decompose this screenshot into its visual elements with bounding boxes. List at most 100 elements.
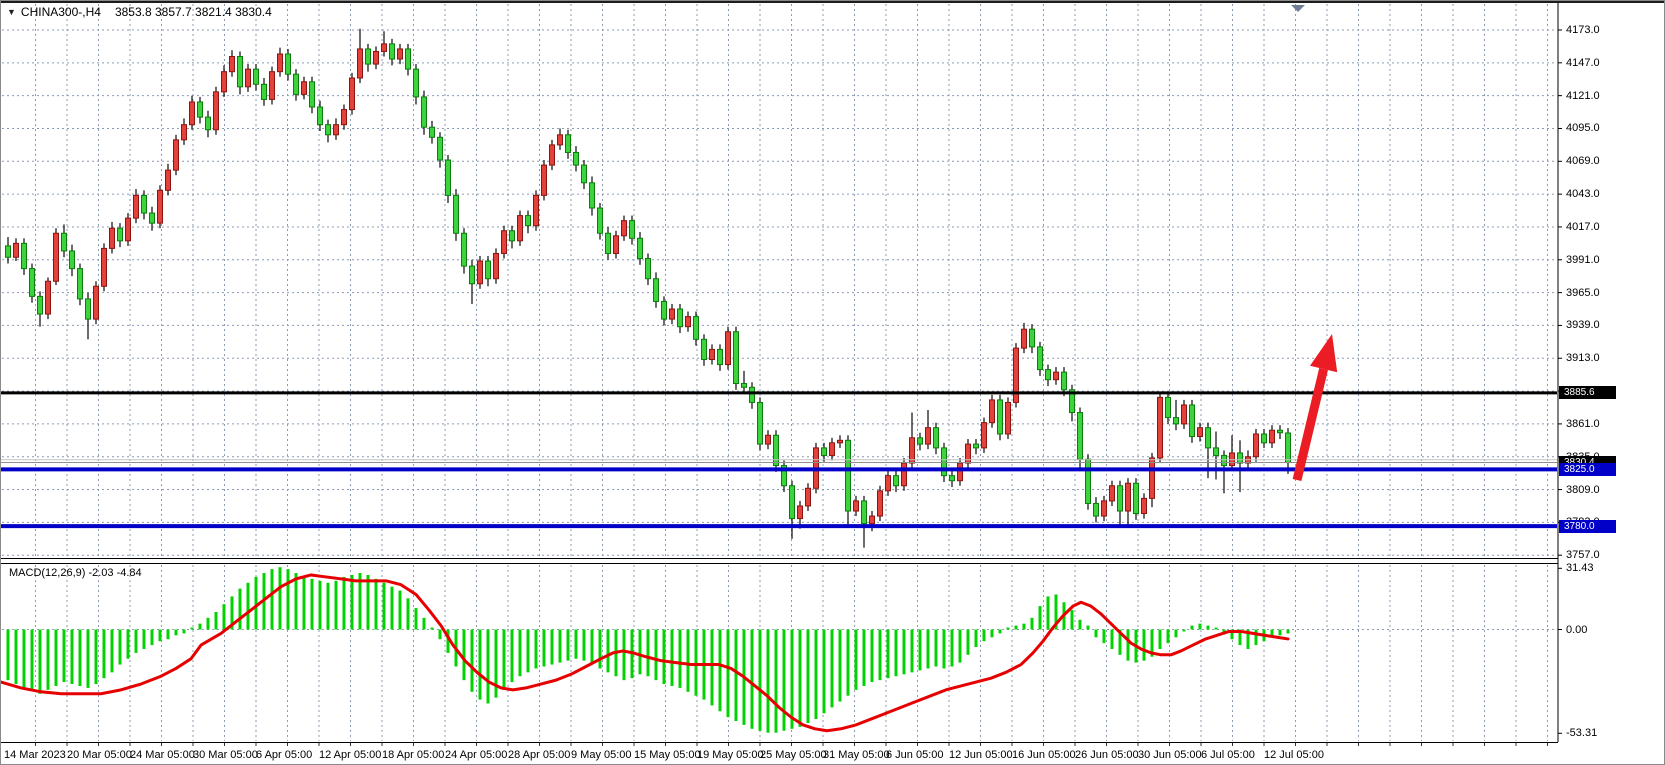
macd-bar <box>1015 626 1018 630</box>
candle-bearish <box>318 107 323 125</box>
candle-bearish <box>590 183 595 208</box>
macd-bar <box>863 630 866 686</box>
candle-bearish <box>998 400 1003 434</box>
macd-bar <box>487 630 490 704</box>
candle-bullish <box>990 400 995 423</box>
candle-bearish <box>1286 433 1291 463</box>
candle-bearish <box>118 228 123 241</box>
candle-bullish <box>806 488 811 506</box>
macd-indicator-label: MACD(12,26,9) -2.03 -4.84 <box>9 567 142 579</box>
candle-bearish <box>718 349 723 364</box>
price-axis-label: 4121.0 <box>1566 90 1600 102</box>
macd-bar <box>7 630 10 681</box>
price-axis-label: 4173.0 <box>1566 24 1600 36</box>
candle-bullish <box>478 261 483 284</box>
time-axis-label: 15 May 05:00 <box>634 749 701 761</box>
macd-bar <box>383 583 386 630</box>
candle-bearish <box>950 476 955 481</box>
macd-bar <box>599 630 602 669</box>
symbol-timeframe-label: CHINA300-,H4 <box>21 5 101 19</box>
candle-bearish <box>422 97 427 127</box>
macd-bar <box>567 630 570 661</box>
chart-title: ▼CHINA300-,H43853.8 3857.7 3821.4 3830.4 <box>7 5 272 19</box>
chart-canvas[interactable] <box>1 1 1665 765</box>
macd-bar <box>279 567 282 629</box>
macd-bar <box>479 630 482 700</box>
macd-bar <box>1111 630 1114 649</box>
trend-arrow[interactable] <box>1297 369 1324 480</box>
candle-bullish <box>502 231 507 254</box>
macd-bar <box>375 579 378 630</box>
macd-bar <box>55 630 58 686</box>
macd-bar <box>1183 630 1186 632</box>
symbol-dropdown-icon[interactable]: ▼ <box>7 7 16 17</box>
chart-window: ▼CHINA300-,H43853.8 3857.7 3821.4 3830.4… <box>0 0 1665 765</box>
macd-bar <box>39 630 42 694</box>
candle-bearish <box>750 387 755 402</box>
candle-bullish <box>830 443 835 456</box>
macd-bar <box>551 630 554 665</box>
macd-bar <box>215 612 218 630</box>
candle-bullish <box>558 135 563 145</box>
candle-bearish <box>462 233 467 266</box>
macd-bar <box>607 630 610 673</box>
macd-bar <box>79 630 82 686</box>
candle-bearish <box>510 231 515 241</box>
macd-bar <box>1207 626 1210 630</box>
candle-bearish <box>894 476 899 486</box>
candle-bullish <box>1182 405 1187 424</box>
macd-bar <box>399 591 402 630</box>
time-axis-label: 6 Jun 05:00 <box>886 749 944 761</box>
macd-bar <box>63 630 66 683</box>
macd-bar <box>423 618 426 630</box>
price-axis-label: 3809.0 <box>1566 484 1600 496</box>
shift-marker-icon[interactable] <box>1291 5 1305 12</box>
price-axis-label: 4095.0 <box>1566 122 1600 134</box>
macd-bar <box>95 630 98 685</box>
macd-bar <box>839 630 842 702</box>
candle-bearish <box>1134 483 1139 513</box>
candle-bullish <box>54 233 59 281</box>
candle-bearish <box>790 486 795 519</box>
macd-bar <box>15 630 18 685</box>
candle-bearish <box>1278 430 1283 433</box>
macd-bar <box>967 630 970 655</box>
time-axis-label: 24 Apr 05:00 <box>445 749 507 761</box>
macd-bar <box>471 630 474 692</box>
macd-bar <box>847 630 850 696</box>
candle-bullish <box>134 195 139 218</box>
candle-bearish <box>1038 347 1043 370</box>
price-axis-label: 4017.0 <box>1566 221 1600 233</box>
macd-bar <box>1127 630 1130 661</box>
candle-bullish <box>614 236 619 254</box>
macd-bar <box>391 587 394 630</box>
macd-bar <box>1007 628 1010 630</box>
macd-bar <box>903 630 906 675</box>
candle-bullish <box>958 463 963 481</box>
macd-bar <box>255 577 258 630</box>
macd-axis-label: 31.43 <box>1566 562 1594 574</box>
candle-bullish <box>926 428 931 444</box>
macd-bar <box>127 630 130 659</box>
candle-bearish <box>254 69 259 84</box>
macd-bar <box>575 630 578 659</box>
trend-arrow-head[interactable] <box>1310 334 1337 372</box>
candle-bearish <box>774 435 779 465</box>
candle-bullish <box>302 82 307 95</box>
candle-bullish <box>190 102 195 125</box>
candle-bearish <box>662 301 667 319</box>
macd-bar <box>639 630 642 675</box>
macd-bar <box>815 630 818 720</box>
candle-bearish <box>262 84 267 99</box>
macd-bar <box>351 575 354 630</box>
macd-bar <box>1023 624 1026 630</box>
candle-bearish <box>758 402 763 444</box>
candle-bullish <box>726 332 731 365</box>
candle-bullish <box>182 125 187 140</box>
price-axis-label: 3939.0 <box>1566 319 1600 331</box>
candle-bullish <box>622 221 627 236</box>
time-axis-label: 19 May 05:00 <box>697 749 764 761</box>
candle-bearish <box>1062 372 1067 390</box>
macd-bar <box>895 630 898 677</box>
candle-bullish <box>710 349 715 359</box>
